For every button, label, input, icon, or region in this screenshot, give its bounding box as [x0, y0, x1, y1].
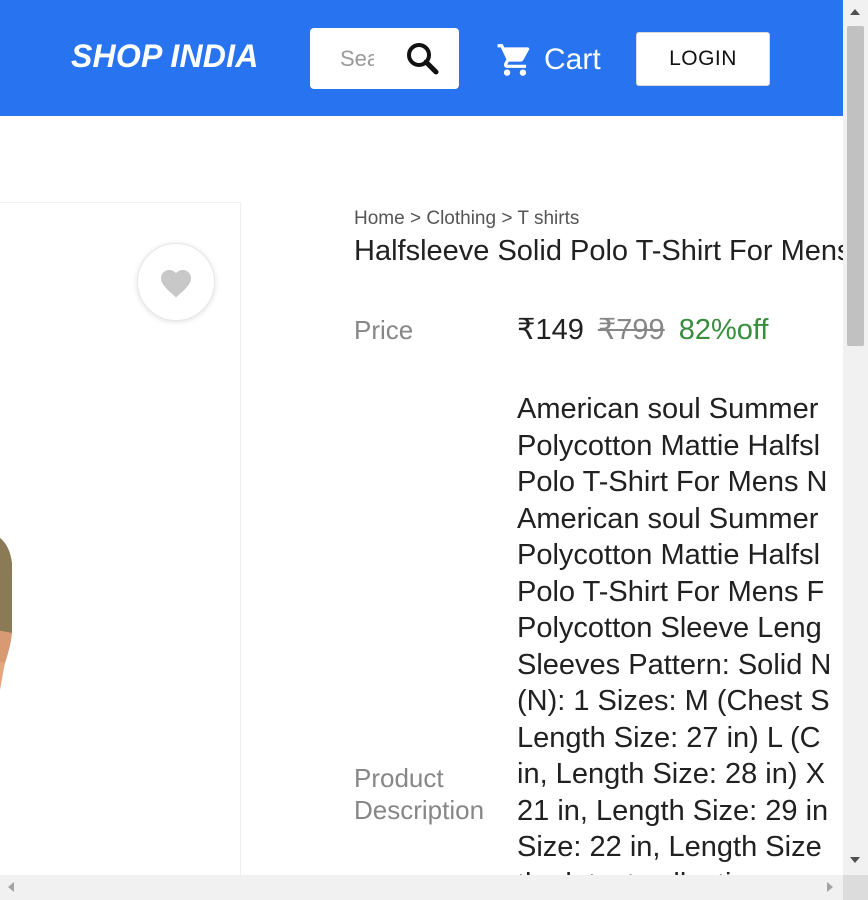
breadcrumb-tshirts[interactable]: T shirts	[517, 208, 579, 229]
product-image[interactable]	[0, 533, 31, 773]
description-label: Product Description	[354, 763, 485, 825]
breadcrumb-separator: >	[409, 208, 422, 229]
heart-icon	[161, 270, 191, 298]
scrollbar-corner	[843, 875, 868, 900]
scroll-right-arrow[interactable]	[827, 882, 833, 892]
breadcrumb: Home > Clothing > T shirts	[354, 208, 579, 230]
scroll-left-arrow[interactable]	[8, 882, 14, 892]
cart-link[interactable]: Cart	[496, 40, 601, 80]
product-description: American soul Summer Polycotton Mattie H…	[517, 393, 832, 875]
vertical-scrollbar[interactable]	[843, 0, 868, 875]
cart-icon	[497, 44, 530, 76]
top-header: SHOP INDIA Cart LOGIN	[0, 0, 843, 116]
wishlist-button[interactable]	[137, 243, 215, 321]
page-viewport: SHOP INDIA Cart LOGIN	[0, 0, 843, 875]
price-label: Price	[354, 315, 414, 345]
horizontal-scrollbar[interactable]	[0, 875, 843, 900]
search-button[interactable]	[402, 38, 442, 78]
vertical-scroll-thumb[interactable]	[847, 26, 864, 346]
selling-price: ₹149	[517, 314, 584, 346]
price-row: ₹149 ₹799 82%off	[517, 312, 768, 347]
mrp-price: ₹799	[597, 314, 665, 346]
search-icon	[407, 43, 439, 75]
breadcrumb-home[interactable]: Home	[354, 208, 405, 229]
breadcrumb-clothing[interactable]: Clothing	[426, 208, 496, 229]
breadcrumb-separator: >	[501, 208, 513, 229]
login-button[interactable]: LOGIN	[636, 32, 770, 86]
brand-logo[interactable]: SHOP INDIA	[71, 38, 259, 75]
login-label: LOGIN	[669, 47, 737, 70]
search-input[interactable]	[340, 46, 374, 72]
product-title: Halfsleeve Solid Polo T-Shirt For Mens	[354, 235, 843, 267]
scroll-down-arrow[interactable]	[850, 857, 860, 863]
scroll-up-arrow[interactable]	[850, 9, 860, 15]
discount-percent: 82%off	[678, 314, 769, 346]
cart-label: Cart	[544, 43, 601, 76]
